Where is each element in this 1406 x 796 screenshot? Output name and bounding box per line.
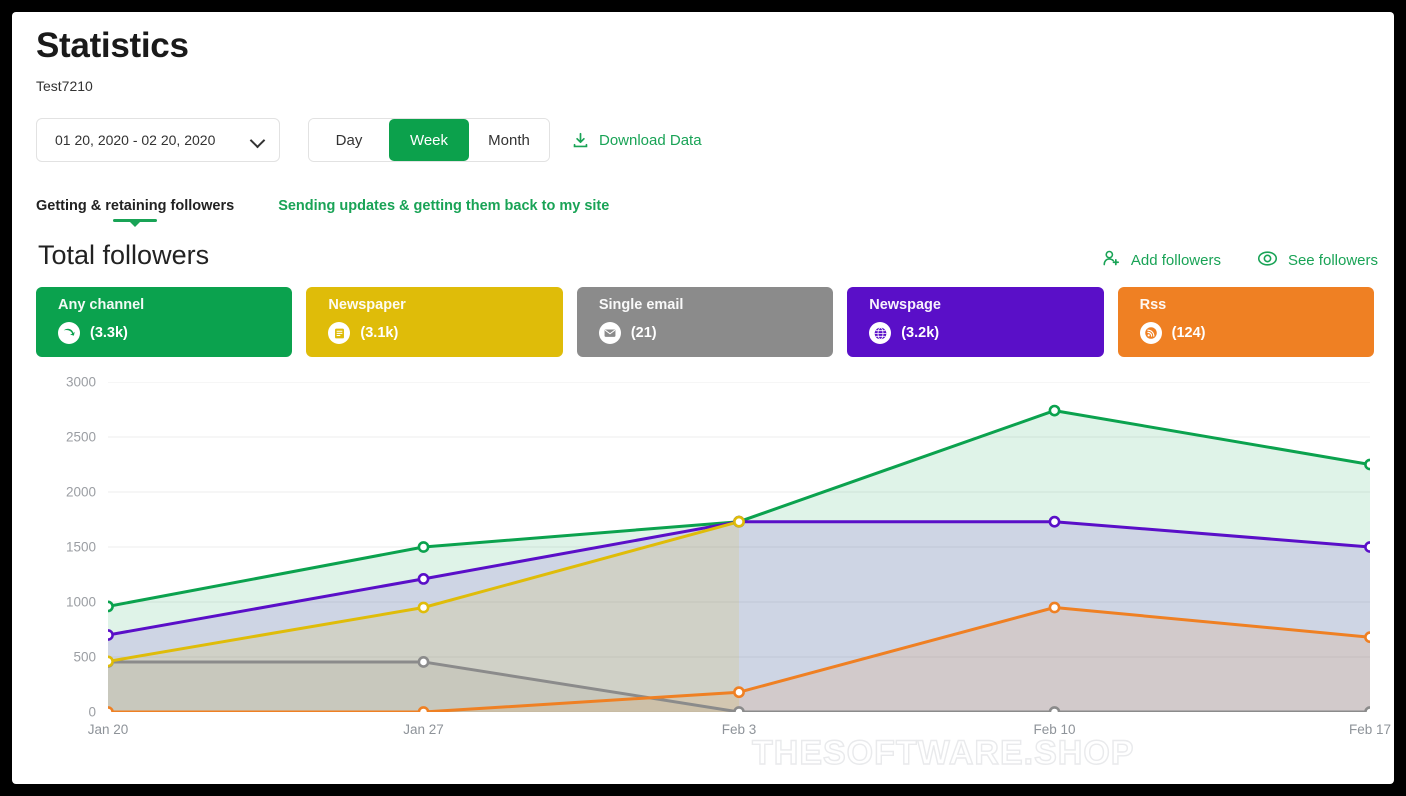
data-point-marker[interactable] <box>1048 706 1061 718</box>
data-point-marker[interactable] <box>1048 515 1061 528</box>
tab-label: Getting & retaining followers <box>36 198 235 214</box>
card-single-email[interactable]: Single email (21) <box>576 287 834 357</box>
followers-chart: 0 500 1000 1500 2000 2500 3000 Jan 20 Jan 27 Feb… <box>12 375 1394 784</box>
download-data-button[interactable]: Download Data <box>572 118 702 162</box>
section-actions: Add followers See followers <box>1102 248 1378 273</box>
data-point-marker[interactable] <box>733 686 745 699</box>
card-count: (124) <box>1171 325 1206 341</box>
channel-icon <box>58 322 80 344</box>
card-title: Any channel <box>58 297 145 313</box>
see-followers-label: See followers <box>1287 252 1378 269</box>
x-axis-tick: Jan 20 <box>87 722 129 737</box>
download-data-label: Download Data <box>599 131 702 149</box>
tab-label: Sending updates & getting them back to m… <box>278 198 610 214</box>
tab-caret-icon <box>130 222 141 227</box>
section-title: Total followers <box>38 240 210 270</box>
newspaper-icon <box>328 322 351 344</box>
tab-bar: Getting & retaining followers Sending up… <box>36 198 609 227</box>
chevron-down-icon <box>251 133 265 147</box>
granularity-month[interactable]: Month <box>469 119 549 161</box>
account-name: Test7210 <box>36 78 93 94</box>
envelope-icon <box>598 322 621 344</box>
card-title: Rss <box>1139 297 1167 313</box>
add-followers-label: Add followers <box>1130 252 1221 269</box>
rss-icon <box>1139 322 1162 344</box>
data-point-marker[interactable] <box>1364 541 1376 553</box>
data-point-marker[interactable] <box>1048 601 1061 614</box>
plot-area <box>102 381 1376 718</box>
download-icon <box>572 132 589 149</box>
granularity-day[interactable]: Day <box>309 119 389 161</box>
x-axis-tick: Feb 10 <box>1033 722 1076 737</box>
data-point-marker[interactable] <box>102 629 114 641</box>
card-title: Newspage <box>869 297 941 313</box>
data-point-marker[interactable] <box>102 655 114 668</box>
granularity-week[interactable]: Week <box>389 119 469 161</box>
granularity-toggle[interactable]: Day Week Month <box>308 118 550 162</box>
x-axis-tick: Feb 17 <box>1348 722 1392 737</box>
data-point-marker[interactable] <box>733 706 745 718</box>
add-user-icon <box>1102 249 1121 272</box>
add-followers-button[interactable]: Add followers <box>1102 249 1221 272</box>
card-newspage[interactable]: Newspage (3.2k) <box>847 287 1104 357</box>
card-title: Newspaper <box>328 297 406 313</box>
card-count: (3.3k) <box>90 325 128 341</box>
y-axis-tick: 0 <box>88 704 96 720</box>
tab-sending-updates[interactable]: Sending updates & getting them back to m… <box>278 198 609 226</box>
y-axis-tick: 2500 <box>65 429 96 445</box>
y-axis-tick: 3000 <box>65 374 96 390</box>
tab-getting-retaining-followers[interactable]: Getting & retaining followers <box>36 198 235 227</box>
x-axis: Jan 20 Jan 27 Feb 3 Feb 10 Feb 17 <box>88 722 1391 752</box>
channel-cards: Any channel (3.3k) Newspaper (3.1k) Sing… <box>36 287 1375 357</box>
data-point-marker[interactable] <box>1364 706 1376 718</box>
card-count: (3.1k) <box>360 325 399 341</box>
card-rss[interactable]: Rss (124) <box>1117 287 1375 357</box>
y-axis-tick: 1500 <box>65 539 96 555</box>
data-point-marker[interactable] <box>102 600 114 613</box>
y-axis-tick: 2000 <box>65 484 96 500</box>
globe-icon <box>869 322 892 344</box>
card-any-channel[interactable]: Any channel (3.3k) <box>36 287 293 357</box>
data-point-marker[interactable] <box>1364 631 1376 644</box>
date-range-select[interactable]: 01 20, 2020 - 02 20, 2020 <box>36 118 280 162</box>
data-point-marker[interactable] <box>102 706 114 718</box>
eye-icon <box>1257 248 1278 273</box>
y-axis-tick: 1000 <box>65 594 96 610</box>
x-axis-tick: Feb 3 <box>721 722 757 737</box>
card-count: (21) <box>630 325 657 341</box>
statistics-page: Statistics Test7210 01 20, 2020 - 02 20,… <box>12 12 1394 784</box>
data-point-marker[interactable] <box>417 541 430 553</box>
data-point-marker[interactable] <box>733 515 745 528</box>
date-range-value: 01 20, 2020 - 02 20, 2020 <box>55 132 216 148</box>
see-followers-button[interactable]: See followers <box>1257 248 1378 273</box>
data-point-marker[interactable] <box>417 656 430 668</box>
data-point-marker[interactable] <box>1048 404 1061 417</box>
data-point-marker[interactable] <box>1364 458 1376 471</box>
card-count: (3.2k) <box>901 325 940 341</box>
data-point-marker[interactable] <box>417 601 430 614</box>
card-newspaper[interactable]: Newspaper (3.1k) <box>306 287 563 357</box>
data-point-marker[interactable] <box>417 572 430 585</box>
card-title: Single email <box>598 297 684 313</box>
x-axis-tick: Jan 27 <box>403 722 444 737</box>
page-title: Statistics <box>36 26 189 65</box>
y-axis: 0 500 1000 1500 2000 2500 3000 <box>36 375 96 720</box>
y-axis-tick: 500 <box>73 649 96 665</box>
data-point-marker[interactable] <box>417 706 430 718</box>
